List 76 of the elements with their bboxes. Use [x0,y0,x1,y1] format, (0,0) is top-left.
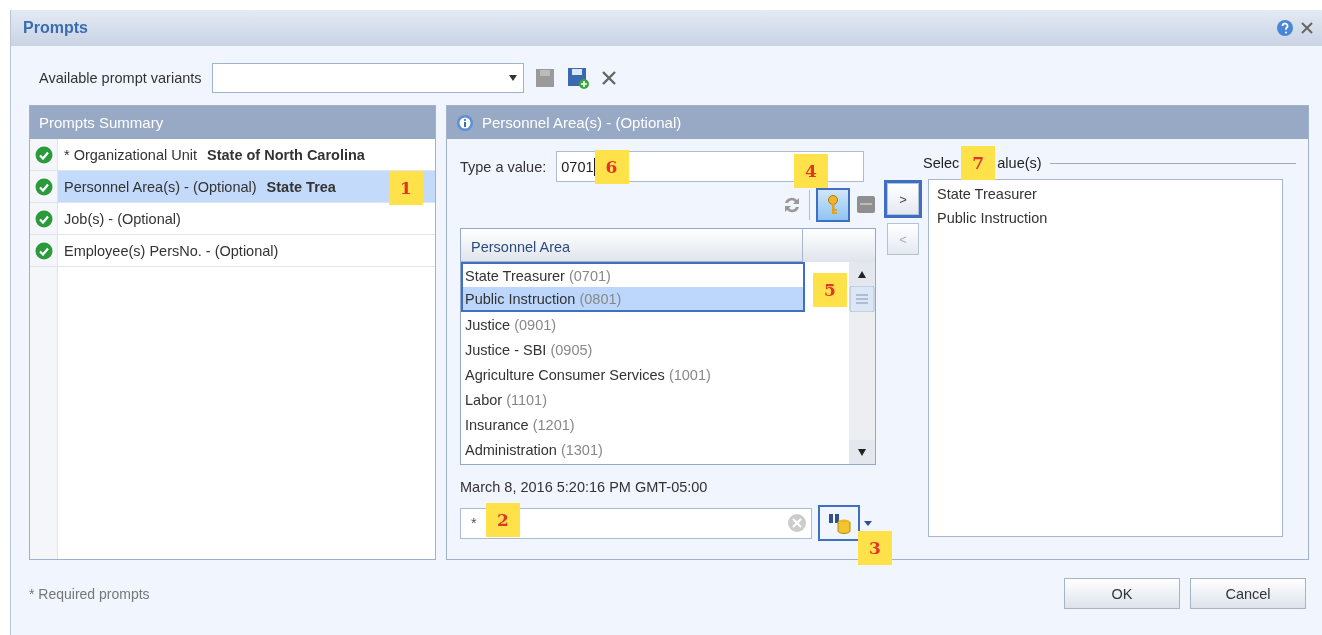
prompt-name: Employee(s) PersNo. - (Optional) [64,242,279,259]
help-icon[interactable] [1276,19,1294,37]
area-name: Labor [465,391,503,408]
prompt-summary-item[interactable]: Employee(s) PersNo. - (Optional) [58,235,435,266]
area-name: Justice - SBI [465,341,547,358]
selected-value[interactable]: State Treasurer [937,186,1274,202]
panel-title: Prompts Summary [39,114,164,131]
prompt-value: State of North Carolina [207,146,365,163]
prompt-summary-item[interactable]: Job(s) - (Optional) [58,203,435,234]
area-name: State Treasurer [465,267,565,284]
variants-label: Available prompt variants [39,70,202,86]
table-row[interactable]: Public Instruction (0801) [461,287,805,312]
window-title: Prompts [23,19,88,37]
area-name: Public Instruction [465,290,576,307]
callout-badge: 5 [813,273,847,307]
table-row[interactable]: Agriculture Consumer Services (1001) [461,362,805,387]
area-key: (0701) [568,267,611,284]
scrollbar[interactable] [849,262,875,464]
callout-badge: 6 [594,149,629,184]
scroll-thumb-icon[interactable] [849,286,875,312]
check-icon [35,177,53,196]
area-name: Administration [465,441,557,458]
add-button[interactable]: > [887,183,919,215]
callout-badge: 3 [858,531,892,565]
area-key: (1201) [532,416,575,433]
close-icon[interactable] [1300,21,1314,35]
scroll-up-icon[interactable] [849,262,875,286]
section-title: alue(s) [997,155,1042,171]
key-button[interactable] [816,188,850,222]
table-row[interactable]: Labor (1101) [461,387,805,412]
selected-value[interactable]: Public Instruction [937,210,1274,226]
area-key: (0901) [514,316,557,333]
caret-icon[interactable] [864,520,872,526]
area-key: (0801) [579,290,622,307]
prompt-name: * Organizational Unit [64,146,197,163]
required-note: * Required prompts [29,585,150,602]
area-key: (1001) [668,366,711,383]
callout-badge: 1 [389,171,423,205]
panel-title: Personnel Area(s) - (Optional) [482,114,682,131]
typed-value: 0701 [561,158,594,175]
type-value-label: Type a value: [460,158,547,175]
prompt-name: Personnel Area(s) - (Optional) [64,178,257,195]
cancel-button[interactable]: Cancel [1190,578,1306,609]
area-name: Justice [465,316,511,333]
callout-badge: 7 [961,146,996,180]
check-icon [35,145,53,164]
area-key: (1101) [506,391,547,408]
database-search-icon [827,511,851,535]
column-header: Personnel Area [461,229,803,262]
delete-icon[interactable] [599,69,618,87]
column-icon[interactable] [856,194,876,216]
prompt-name: Job(s) - (Optional) [64,210,181,227]
check-icon [35,209,53,228]
table-row[interactable]: Administration (1301) [461,437,805,462]
ok-button[interactable]: OK [1064,578,1180,609]
check-icon [35,241,53,260]
area-name: Agriculture Consumer Services [465,366,665,383]
section-title: Selec [923,155,960,171]
area-key: (1301) [560,441,603,458]
timestamp: March 8, 2016 5:20:16 PM GMT-05:00 [460,479,709,495]
scroll-down-icon[interactable] [849,440,875,464]
prompt-value: State Trea [266,178,336,195]
info-icon [456,113,474,132]
callout-badge: 2 [486,503,520,537]
search-button[interactable] [818,505,860,541]
save-as-icon[interactable] [565,66,590,90]
table-row[interactable]: Justice (0901) [461,312,805,337]
dropdown-arrow-icon[interactable] [508,75,517,81]
search-value: * [470,515,477,531]
area-name: Insurance [465,416,529,433]
prompt-summary-item[interactable]: * Organizational Unit State of North Carolina [58,139,435,170]
save-icon[interactable] [533,67,556,89]
callout-badge: 4 [794,154,828,188]
table-row[interactable]: Justice - SBI (0905) [461,337,805,362]
area-key: (0905) [550,341,593,358]
table-row[interactable]: Insurance (1201) [461,412,805,437]
